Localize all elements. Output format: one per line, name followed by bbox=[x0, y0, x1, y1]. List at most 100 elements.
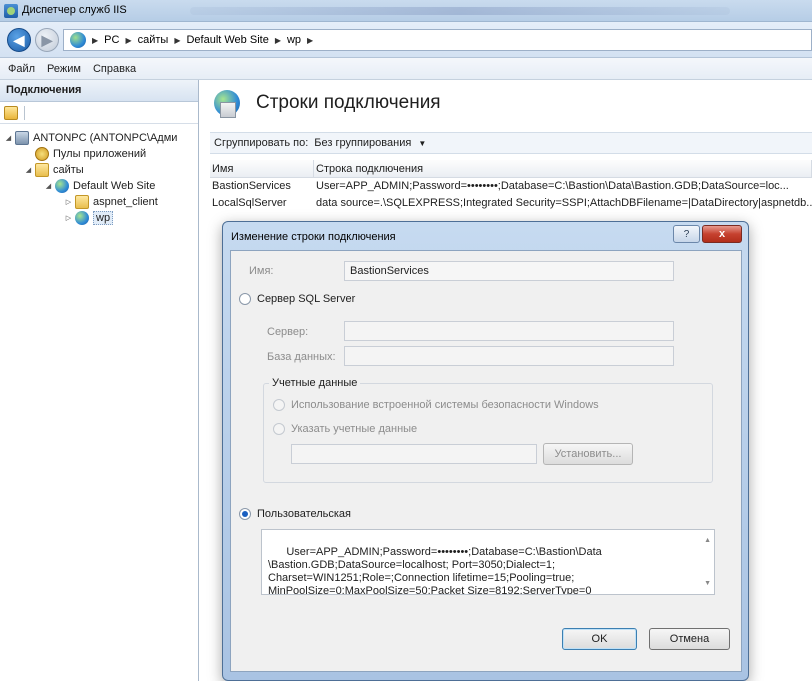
menu-view[interactable]: Режим bbox=[47, 63, 81, 75]
cell-name: LocalSqlServer bbox=[212, 197, 287, 209]
collapse-icon[interactable]: ◢ bbox=[24, 166, 33, 174]
connections-toolbar bbox=[0, 102, 198, 124]
toolbar-separator bbox=[24, 105, 25, 120]
server-icon bbox=[15, 131, 29, 145]
breadcrumb-sites[interactable]: сайты bbox=[138, 34, 169, 46]
sql-server-radio[interactable]: Сервер SQL Server bbox=[239, 293, 355, 305]
connections-panel: Подключения ◢ ANTONPC (ANTONPC\Адми Пулы… bbox=[0, 80, 199, 681]
tree-label-server: ANTONPC (ANTONPC\Адми bbox=[33, 132, 178, 144]
title-bar-blur bbox=[190, 7, 730, 15]
ok-button[interactable]: OK bbox=[562, 628, 637, 650]
name-field[interactable]: BastionServices bbox=[344, 261, 674, 281]
tree-node-default-web-site[interactable]: ◢ Default Web Site bbox=[44, 178, 155, 194]
tree-label-sites: сайты bbox=[53, 164, 84, 176]
credentials-legend: Учетные данные bbox=[269, 377, 361, 389]
database-label: База данных: bbox=[267, 351, 336, 363]
custom-connection-string-textarea[interactable]: User=APP_ADMIN;Password=••••••••;Databas… bbox=[261, 529, 715, 595]
app-pool-icon bbox=[35, 147, 49, 161]
tree-node-sites[interactable]: ◢ сайты bbox=[24, 162, 84, 178]
connection-strings-grid: Имя Строка подключения BastionServices U… bbox=[210, 160, 812, 212]
custom-connection-string-text: User=APP_ADMIN;Password=••••••••;Databas… bbox=[268, 546, 602, 595]
tree-node-wp[interactable]: ▷ wp bbox=[64, 210, 114, 226]
expand-icon[interactable]: ▷ bbox=[64, 198, 73, 206]
group-by-value: Без группирования bbox=[314, 137, 412, 149]
sites-folder-icon bbox=[35, 163, 49, 177]
application-icon bbox=[75, 211, 89, 225]
database-field bbox=[344, 346, 674, 366]
page-header: Строки подключения bbox=[214, 90, 441, 118]
radio-checked bbox=[239, 508, 251, 520]
tree-label-aspnet-client: aspnet_client bbox=[93, 196, 158, 208]
breadcrumb[interactable]: ▶ PC ▶ сайты ▶ Default Web Site ▶ wp ▶ bbox=[63, 29, 812, 51]
grid-header: Имя Строка подключения bbox=[210, 160, 812, 178]
specify-credentials-label: Указать учетные данные bbox=[291, 423, 418, 435]
tree-node-app-pools[interactable]: Пулы приложений bbox=[24, 146, 146, 162]
windows-security-label: Использование встроенной системы безопас… bbox=[291, 399, 599, 411]
connection-strings-icon bbox=[214, 90, 240, 118]
connections-header: Подключения bbox=[0, 80, 198, 102]
page-title: Строки подключения bbox=[256, 92, 441, 113]
chevron-right-icon: ▶ bbox=[125, 35, 132, 45]
menu-bar: Файл Режим Справка bbox=[0, 58, 812, 80]
breadcrumb-wp[interactable]: wp bbox=[287, 34, 301, 46]
cell-name: BastionServices bbox=[212, 180, 291, 192]
group-by-label: Сгруппировать по: bbox=[214, 137, 309, 149]
menu-help[interactable]: Справка bbox=[93, 63, 136, 75]
edit-connection-string-dialog: Изменение строки подключения ? x Имя: Ba… bbox=[222, 221, 749, 681]
connect-icon[interactable] bbox=[4, 105, 18, 120]
title-bar: Диспетчер служб IIS bbox=[0, 0, 812, 22]
column-header-name[interactable]: Имя bbox=[210, 160, 314, 177]
window-title: Диспетчер служб IIS bbox=[22, 4, 127, 16]
dialog-title: Изменение строки подключения bbox=[231, 231, 396, 243]
dialog-body: Имя: BastionServices Сервер SQL Server С… bbox=[230, 250, 742, 672]
chevron-down-icon: ▼ bbox=[418, 139, 427, 148]
forward-button[interactable]: ▶ bbox=[35, 28, 59, 52]
back-button[interactable]: ◀ bbox=[7, 28, 31, 52]
close-button[interactable]: x bbox=[702, 225, 742, 243]
group-by-bar: Сгруппировать по: Без группирования ▼ bbox=[210, 132, 812, 154]
custom-radio[interactable]: Пользовательская bbox=[239, 508, 351, 520]
iis-app-icon bbox=[4, 4, 18, 18]
chevron-right-icon: ▶ bbox=[92, 35, 99, 45]
server-field bbox=[344, 321, 674, 341]
collapse-icon[interactable]: ◢ bbox=[44, 182, 53, 190]
specify-credentials-radio: Указать учетные данные bbox=[273, 423, 417, 435]
credentials-field bbox=[291, 444, 537, 464]
breadcrumb-default-web-site[interactable]: Default Web Site bbox=[186, 34, 268, 46]
custom-label: Пользовательская bbox=[257, 508, 352, 520]
chevron-right-icon: ▶ bbox=[274, 35, 281, 45]
folder-icon bbox=[75, 195, 89, 209]
breadcrumb-pc[interactable]: PC bbox=[104, 34, 119, 46]
scroll-down-icon[interactable]: ▼ bbox=[704, 577, 711, 590]
dialog-controls: ? x bbox=[673, 225, 742, 243]
globe-icon bbox=[55, 179, 69, 193]
set-credentials-button: Установить... bbox=[543, 443, 633, 465]
scroll-up-icon[interactable]: ▲ bbox=[704, 534, 711, 547]
column-header-connection-string[interactable]: Строка подключения bbox=[314, 160, 812, 177]
tree-label-wp: wp bbox=[93, 211, 114, 225]
expand-icon[interactable]: ▷ bbox=[64, 214, 73, 222]
chevron-right-icon: ▶ bbox=[307, 35, 314, 45]
table-row[interactable]: BastionServices User=APP_ADMIN;Password=… bbox=[210, 178, 812, 195]
table-row[interactable]: LocalSqlServer data source=.\SQLEXPRESS;… bbox=[210, 195, 812, 212]
server-label: Сервер: bbox=[267, 326, 309, 338]
menu-file[interactable]: Файл bbox=[8, 63, 35, 75]
tree-label-pools: Пулы приложений bbox=[53, 148, 147, 160]
cancel-button[interactable]: Отмена bbox=[649, 628, 730, 650]
tree-node-server[interactable]: ◢ ANTONPC (ANTONPC\Адми bbox=[4, 130, 177, 146]
sql-server-label: Сервер SQL Server bbox=[257, 293, 356, 305]
radio-disabled bbox=[273, 399, 285, 411]
radio-unchecked bbox=[239, 293, 251, 305]
name-label: Имя: bbox=[249, 265, 274, 277]
windows-security-radio: Использование встроенной системы безопас… bbox=[273, 399, 599, 411]
help-button[interactable]: ? bbox=[673, 225, 700, 243]
tree-node-aspnet-client[interactable]: ▷ aspnet_client bbox=[64, 194, 158, 210]
group-by-dropdown[interactable]: Без группирования ▼ bbox=[314, 137, 426, 149]
cell-connection-string: User=APP_ADMIN;Password=••••••••;Databas… bbox=[316, 180, 789, 192]
collapse-icon[interactable]: ◢ bbox=[4, 134, 13, 142]
globe-icon bbox=[70, 32, 86, 48]
radio-disabled bbox=[273, 423, 285, 435]
chevron-right-icon: ▶ bbox=[174, 35, 181, 45]
cell-connection-string: data source=.\SQLEXPRESS;Integrated Secu… bbox=[316, 197, 812, 209]
tree-label-default-web-site: Default Web Site bbox=[73, 180, 156, 192]
